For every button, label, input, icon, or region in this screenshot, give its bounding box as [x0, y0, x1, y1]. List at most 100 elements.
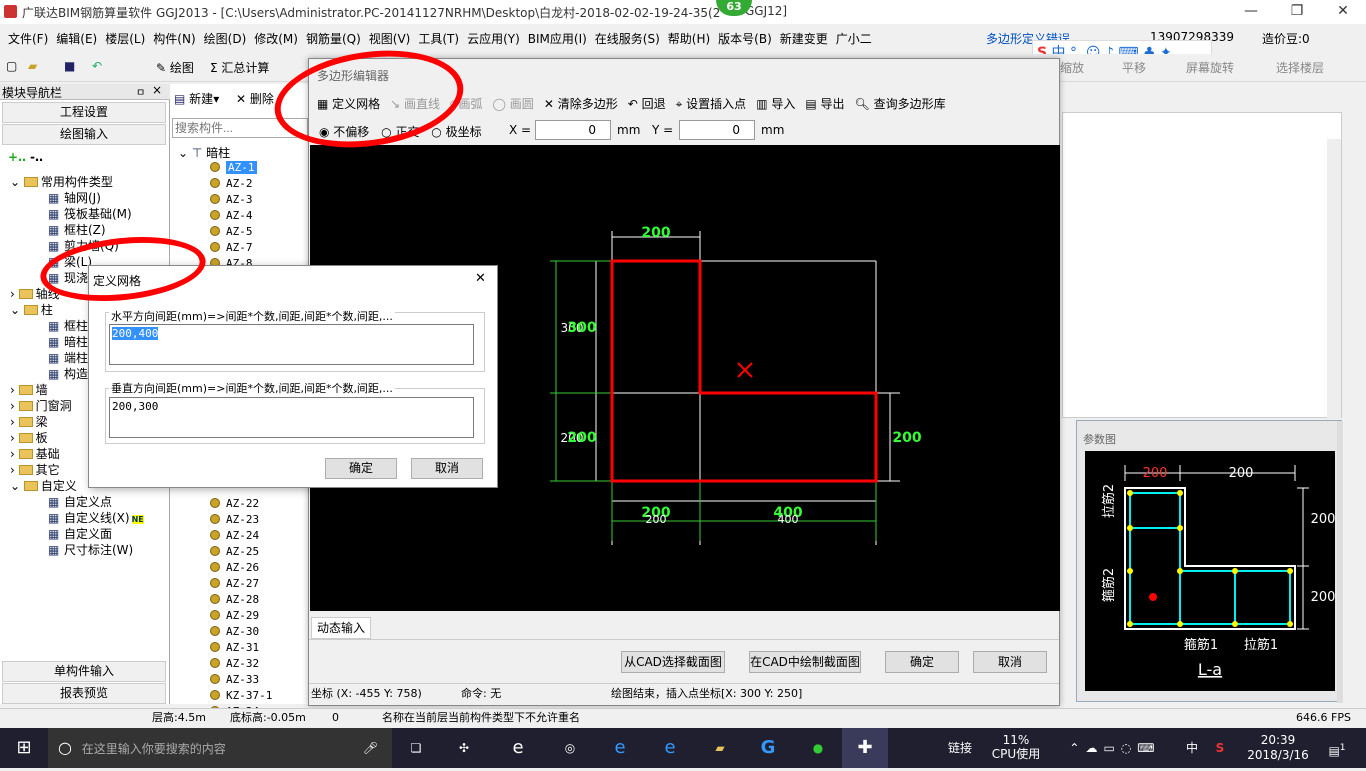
nav-tree-item-0[interactable]: ⌄ 常用构件类型 — [10, 174, 113, 190]
component-list-item[interactable]: AZ-23 — [210, 512, 259, 528]
rotate-button[interactable]: 屏幕旋转 — [1186, 59, 1234, 76]
chevron-right-icon[interactable]: › — [10, 383, 19, 397]
grid-close-button[interactable]: ✕ — [475, 271, 486, 286]
nav-tree-item-13[interactable]: › 墙 — [10, 382, 48, 398]
report-preview-button[interactable]: 报表预览 — [2, 683, 166, 704]
dynamic-input-tab[interactable]: 动态输入 — [311, 617, 371, 639]
poly-tool-3[interactable]: ◯ 画圆 — [493, 97, 534, 111]
component-list-item[interactable]: AZ-2 — [210, 176, 253, 192]
tray-icons[interactable]: ⌃☁▭◌⌨ — [1052, 728, 1178, 768]
taskbar-ie-icon[interactable]: e — [504, 728, 532, 768]
component-list-item[interactable]: AZ-32 — [210, 656, 259, 672]
nav-tree-item-22[interactable]: ▦ 自定义面 — [48, 526, 112, 542]
menu-item-13[interactable]: 版本号(B) — [714, 26, 776, 51]
notification-icon[interactable]: ▤1 — [1322, 728, 1352, 768]
nav-tree-item-2[interactable]: ▦ 筏板基础(M) — [48, 206, 132, 222]
taskbar-folder-icon[interactable]: ▰ — [706, 728, 734, 768]
taskbar-edge-icon[interactable]: e — [606, 728, 634, 768]
select-floor-button[interactable]: 选择楼层 — [1276, 59, 1324, 76]
menu-item-4[interactable]: 绘图(D) — [200, 26, 251, 51]
component-list-item[interactable]: AZ-22 — [210, 496, 259, 512]
poly-tool-5[interactable]: ↶ 回退 — [628, 97, 666, 111]
taskbar-search-box[interactable]: ○ 在这里输入你要搜索的内容 🎤︎ — [48, 728, 392, 768]
nav-tree-item-11[interactable]: ▦ 端柱 — [48, 350, 88, 366]
chevron-right-icon[interactable]: › — [10, 415, 19, 429]
nav-tree-item-21[interactable]: ▦ 自定义线(X) NE — [48, 510, 144, 526]
poly-tool-4[interactable]: ✕ 清除多边形 — [544, 97, 618, 111]
vertical-scrollbar[interactable] — [1327, 139, 1341, 419]
clock[interactable]: 20:39 2018/3/16 — [1246, 728, 1310, 768]
component-list-item[interactable]: AZ-30 — [210, 624, 259, 640]
taskbar-app-fan-icon[interactable]: ✣ — [450, 728, 478, 768]
nav-tree-item-9[interactable]: ▦ 框柱 — [48, 318, 88, 334]
chevron-right-icon[interactable]: › — [10, 399, 19, 413]
menu-item-12[interactable]: 帮助(H) — [664, 26, 714, 51]
task-view-icon[interactable]: ❏ — [402, 728, 430, 768]
nav-tree-item-12[interactable]: ▦ 构造 — [48, 366, 88, 382]
expand-all-icon[interactable]: +‥ — [8, 150, 26, 164]
save-icon[interactable]: ■ — [64, 59, 75, 73]
component-list-item[interactable]: AZ-27 — [210, 576, 259, 592]
chevron-down-icon[interactable]: ⌄ — [10, 303, 24, 317]
sum-button[interactable]: Σ 汇总计算 — [210, 59, 269, 76]
pin-icon[interactable]: ㅁ — [136, 84, 145, 99]
price-beans[interactable]: 造价豆:0 — [1262, 30, 1310, 47]
chevron-right-icon[interactable]: › — [10, 287, 19, 301]
draw-button[interactable]: ✎ 绘图 — [156, 59, 194, 76]
project-settings-button[interactable]: 工程设置 — [2, 102, 166, 123]
component-list-item[interactable]: AZ-7 — [210, 240, 253, 256]
delete-component-button[interactable]: ✕ 删除 — [236, 90, 274, 107]
zoom-button[interactable]: 缩放 — [1060, 59, 1084, 76]
menu-item-0[interactable]: 文件(F) — [4, 26, 52, 51]
drawing-area-right[interactable] — [1062, 112, 1342, 419]
nav-tree-item-19[interactable]: ⌄ 自定义 — [10, 478, 77, 494]
new-component-button[interactable]: ▤ 新建▾ — [174, 90, 219, 107]
menu-item-11[interactable]: 在线服务(S) — [591, 26, 664, 51]
new-file-icon[interactable]: ▢ — [6, 59, 17, 73]
maximize-button[interactable]: ❐ — [1274, 0, 1320, 24]
single-component-button[interactable]: 单构件输入 — [2, 661, 166, 682]
nav-tree-item-3[interactable]: ▦ 框柱(Z) — [48, 222, 106, 238]
drawing-input-button[interactable]: 绘图输入 — [2, 124, 166, 145]
menu-item-5[interactable]: 修改(M) — [250, 26, 302, 51]
cad-draw-button[interactable]: 在CAD中绘制截面图 — [749, 651, 861, 673]
chevron-right-icon[interactable]: › — [10, 431, 19, 445]
undo-icon[interactable]: ↶ — [92, 59, 102, 73]
poly-ok-button[interactable]: 确定 — [885, 651, 959, 673]
y-input[interactable]: 0 — [679, 120, 755, 140]
chevron-right-icon[interactable]: › — [10, 463, 19, 477]
nav-close-icon[interactable]: × — [152, 83, 162, 97]
tree-root-dark-column[interactable]: ⌄ ⊤ 暗柱 — [178, 144, 230, 161]
menu-item-8[interactable]: 工具(T) — [414, 26, 463, 51]
taskbar-ie2-icon[interactable]: e — [656, 728, 684, 768]
menu-item-1[interactable]: 编辑(E) — [52, 26, 101, 51]
grid-ok-button[interactable]: 确定 — [325, 458, 397, 479]
component-list-item[interactable]: AZ-28 — [210, 592, 259, 608]
poly-tool-7[interactable]: ▥ 导入 — [756, 97, 795, 111]
x-input[interactable]: 0 — [535, 120, 611, 140]
nav-tree-item-1[interactable]: ▦ 轴网(J) — [48, 190, 101, 206]
component-list-item[interactable]: AZ-29 — [210, 608, 259, 624]
nav-tree-item-18[interactable]: › 其它 — [10, 462, 60, 478]
chevron-down-icon[interactable]: ⌄ — [10, 175, 24, 189]
taskbar-green-app-icon[interactable]: ● — [804, 728, 832, 768]
nav-tree-item-14[interactable]: › 门窗洞 — [10, 398, 72, 414]
nav-tree-item-8[interactable]: ⌄ 柱 — [10, 302, 53, 318]
menu-item-2[interactable]: 楼层(L) — [101, 26, 149, 51]
open-file-icon[interactable]: ▰ — [28, 59, 37, 73]
menu-item-3[interactable]: 构件(N) — [149, 26, 199, 51]
component-list-item[interactable]: AZ-24 — [210, 528, 259, 544]
grid-cancel-button[interactable]: 取消 — [411, 458, 483, 479]
component-list-item[interactable]: AZ-4 — [210, 208, 253, 224]
component-list-item[interactable]: AZ-31 — [210, 640, 259, 656]
nav-tree-item-15[interactable]: › 梁 — [10, 414, 48, 430]
ime-language[interactable]: 中 — [1180, 728, 1204, 768]
menu-item-10[interactable]: BIM应用(I) — [524, 26, 591, 51]
poly-tool-6[interactable]: ⌖ 设置插入点 — [676, 97, 747, 111]
vertical-spacing-input[interactable]: 200,300 — [109, 397, 474, 438]
menu-item-6[interactable]: 钢筋量(Q) — [302, 26, 365, 51]
radio-polar[interactable]: ○ 极坐标 — [431, 125, 481, 139]
sogou-tray-icon[interactable]: S — [1208, 728, 1232, 768]
component-list-item[interactable]: AZ-26 — [210, 560, 259, 576]
poly-tool-8[interactable]: ▤ 导出 — [805, 97, 844, 111]
